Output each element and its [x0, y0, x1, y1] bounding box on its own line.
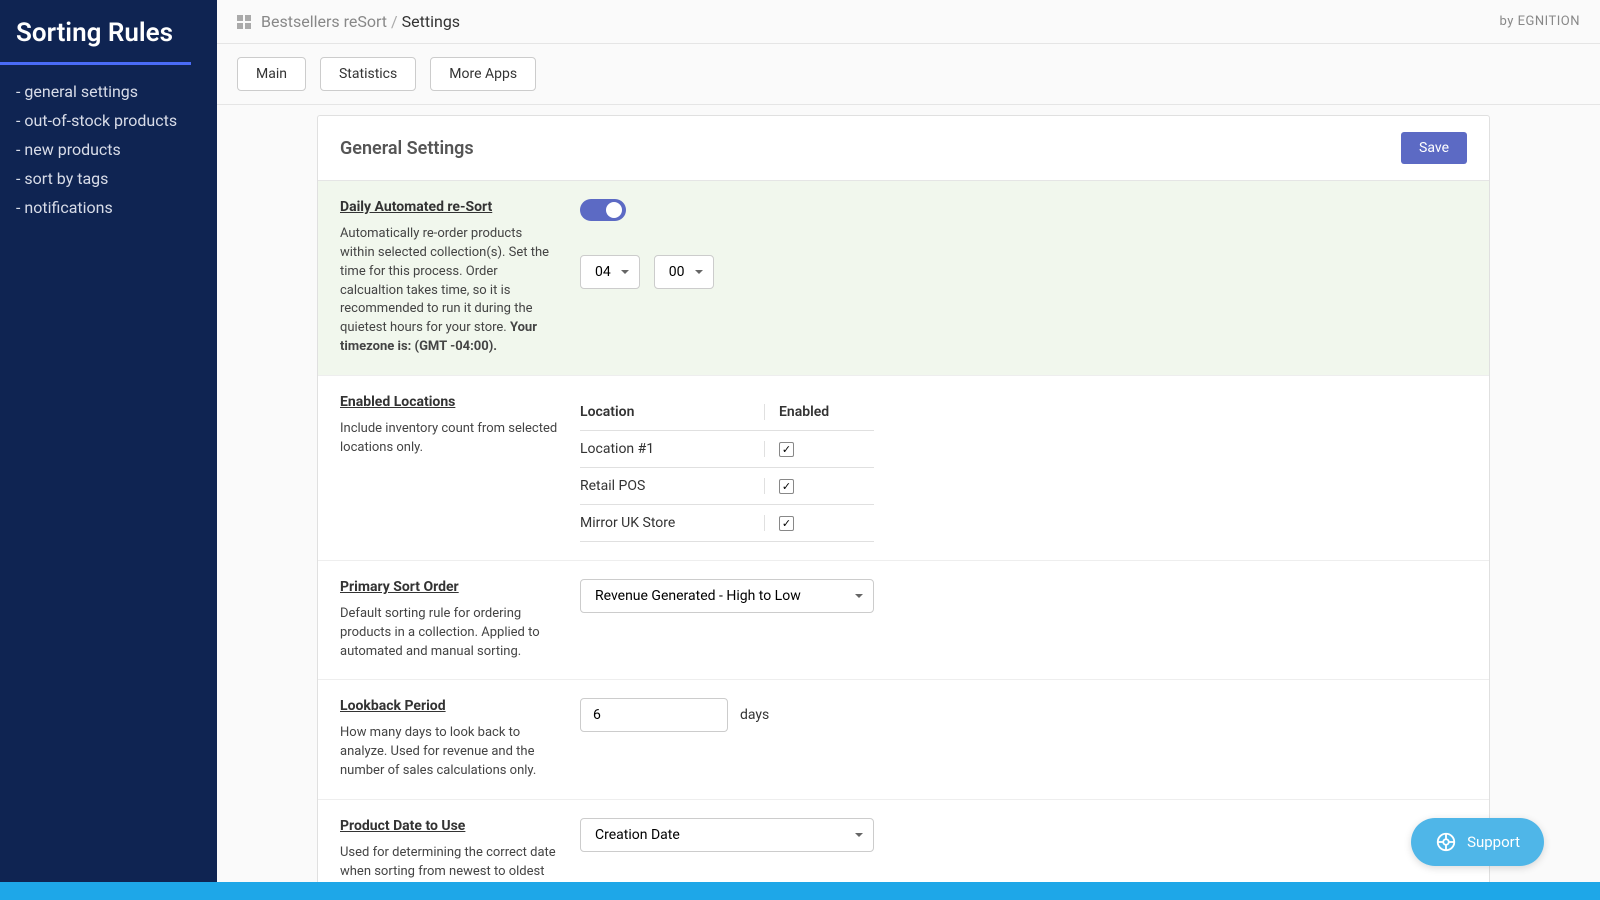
location-row: Mirror UK Store ✓ — [580, 505, 874, 542]
resort-toggle[interactable] — [580, 199, 626, 221]
support-label: Support — [1467, 833, 1520, 851]
primary-desc: Default sorting rule for ordering produc… — [340, 605, 560, 662]
sidebar-title: Sorting Rules — [0, 0, 217, 62]
primary-sort-select[interactable]: Revenue Generated - High to Low — [580, 579, 874, 613]
location-name: Retail POS — [580, 478, 764, 494]
location-name: Location #1 — [580, 441, 764, 457]
breadcrumb-app[interactable]: Bestsellers reSort — [261, 12, 387, 31]
sidebar-item-notifications[interactable]: - notifications — [16, 193, 201, 222]
card-title: General Settings — [340, 138, 474, 159]
hour-select[interactable]: 04 — [580, 255, 640, 289]
col-enabled: Enabled — [764, 404, 874, 420]
tabs: Main Statistics More Apps — [217, 44, 1600, 105]
toggle-knob — [606, 202, 622, 218]
support-button[interactable]: Support — [1411, 818, 1544, 866]
location-checkbox[interactable]: ✓ — [779, 479, 794, 494]
breadcrumb-sep: / — [391, 12, 398, 31]
time-selects: 04 00 — [580, 255, 1467, 289]
sidebar-item-tags[interactable]: - sort by tags — [16, 164, 201, 193]
topbar: Bestsellers reSort / Settings by EGNITIO… — [217, 0, 1600, 44]
minute-select[interactable]: 00 — [654, 255, 714, 289]
location-row: Location #1 ✓ — [580, 431, 874, 468]
productdate-heading: Product Date to Use — [340, 818, 560, 834]
lookback-heading: Lookback Period — [340, 698, 560, 714]
app-icon — [237, 15, 251, 29]
section-primary: Primary Sort Order Default sorting rule … — [318, 561, 1489, 681]
location-name: Mirror UK Store — [580, 515, 764, 531]
location-row: Retail POS ✓ — [580, 468, 874, 505]
settings-card: General Settings Save Daily Automated re… — [317, 115, 1490, 900]
locations-desc: Include inventory count from selected lo… — [340, 420, 560, 458]
sidebar-underline — [0, 62, 191, 65]
col-location: Location — [580, 404, 764, 420]
tab-statistics[interactable]: Statistics — [320, 57, 416, 91]
productdate-select[interactable]: Creation Date — [580, 818, 874, 852]
lookback-input[interactable] — [580, 698, 728, 732]
location-checkbox[interactable]: ✓ — [779, 442, 794, 457]
sidebar-item-general[interactable]: - general settings — [16, 77, 201, 106]
location-checkbox[interactable]: ✓ — [779, 516, 794, 531]
locations-table: Location Enabled Location #1 ✓ Retail PO… — [580, 394, 874, 542]
sidebar-nav: - general settings - out-of-stock produc… — [0, 77, 217, 222]
byline: by EGNITION — [1500, 14, 1581, 29]
section-resort: Daily Automated re-Sort Automatically re… — [318, 181, 1489, 376]
sidebar: Sorting Rules - general settings - out-o… — [0, 0, 217, 900]
card-header: General Settings Save — [318, 116, 1489, 181]
main: Bestsellers reSort / Settings by EGNITIO… — [217, 0, 1600, 900]
primary-heading: Primary Sort Order — [340, 579, 560, 595]
lookback-desc: How many days to look back to analyze. U… — [340, 724, 560, 781]
save-button[interactable]: Save — [1401, 132, 1467, 164]
support-icon — [1435, 831, 1457, 853]
bottom-bar — [0, 882, 1600, 900]
resort-heading: Daily Automated re-Sort — [340, 199, 560, 215]
section-locations: Enabled Locations Include inventory coun… — [318, 376, 1489, 561]
content[interactable]: General Settings Save Daily Automated re… — [217, 105, 1600, 900]
lookback-suffix: days — [740, 707, 769, 723]
tab-main[interactable]: Main — [237, 57, 306, 91]
tab-more-apps[interactable]: More Apps — [430, 57, 536, 91]
breadcrumb-current: Settings — [402, 12, 460, 31]
section-lookback: Lookback Period How many days to look ba… — [318, 680, 1489, 800]
locations-heading: Enabled Locations — [340, 394, 560, 410]
locations-header-row: Location Enabled — [580, 394, 874, 431]
sidebar-item-new[interactable]: - new products — [16, 135, 201, 164]
resort-desc: Automatically re-order products within s… — [340, 225, 560, 357]
sidebar-item-oos[interactable]: - out-of-stock products — [16, 106, 201, 135]
